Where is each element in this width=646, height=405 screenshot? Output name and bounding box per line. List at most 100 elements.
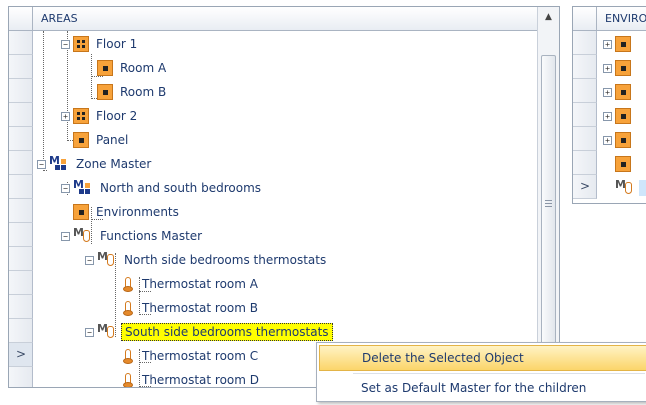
tree-line xyxy=(43,31,44,171)
room-icon xyxy=(615,132,631,148)
row-header[interactable] xyxy=(9,127,33,151)
row-header[interactable] xyxy=(9,103,33,127)
collapse-icon[interactable]: − xyxy=(85,327,94,337)
tree-node[interactable]: + Floor 2 xyxy=(61,105,140,127)
functions-master-icon: M xyxy=(97,250,117,268)
expand-icon[interactable]: + xyxy=(603,135,612,145)
functions-master-icon: M xyxy=(73,226,93,244)
tree-node-label: Functions Master xyxy=(100,229,203,243)
tree-node[interactable]: Thermostat room D xyxy=(121,369,262,387)
tree-node-label: South side bedrooms thermostats xyxy=(121,323,333,341)
row-header[interactable] xyxy=(9,223,33,247)
tree-node[interactable]: Thermostat room C xyxy=(121,345,261,367)
room-icon xyxy=(615,108,631,124)
collapse-icon[interactable]: − xyxy=(61,231,70,241)
row-header[interactable] xyxy=(573,127,597,151)
environment-tree-node[interactable]: M xyxy=(603,177,646,199)
selection-highlight xyxy=(639,180,646,196)
room-icon xyxy=(73,204,89,220)
functions-master-icon: M xyxy=(615,178,635,196)
room-icon xyxy=(97,84,113,100)
row-header[interactable] xyxy=(9,151,33,175)
environments-header-title: ENVIRO xyxy=(605,12,646,25)
room-icon xyxy=(615,84,631,100)
menu-item-delete-selected-object[interactable]: Delete the Selected Object xyxy=(319,345,646,371)
row-header[interactable] xyxy=(9,319,33,343)
row-header[interactable] xyxy=(9,199,33,223)
tree-node[interactable]: − Floor 1 xyxy=(61,33,140,55)
row-header[interactable] xyxy=(9,31,33,55)
tree-node[interactable]: Room A xyxy=(97,57,169,79)
row-header[interactable] xyxy=(573,31,597,55)
floor-icon xyxy=(73,108,89,124)
collapse-icon[interactable]: − xyxy=(85,255,94,265)
functions-master-icon: M xyxy=(97,322,117,340)
collapse-icon[interactable]: − xyxy=(61,39,70,49)
collapse-icon[interactable]: − xyxy=(37,159,46,169)
tree-node[interactable]: − M Zone Master xyxy=(37,153,154,175)
expand-icon[interactable]: + xyxy=(603,63,612,73)
expand-icon[interactable]: + xyxy=(603,111,612,121)
thermostat-icon xyxy=(121,372,135,387)
expand-icon[interactable]: + xyxy=(603,87,612,97)
row-header[interactable] xyxy=(9,367,33,387)
row-header[interactable] xyxy=(9,79,33,103)
row-header[interactable]: > xyxy=(573,175,597,199)
environment-tree-node[interactable]: + xyxy=(603,57,635,79)
environment-tree-node[interactable]: + xyxy=(603,105,635,127)
grip-line xyxy=(545,203,552,204)
thermostat-icon xyxy=(121,300,135,316)
areas-tree-panel[interactable]: AREAS > − Floor 1 Room A Room B + Floor 2 Pane… xyxy=(8,6,560,388)
menu-item-set-default-master[interactable]: Set as Default Master for the children xyxy=(319,375,646,401)
menu-item-label: Set as Default Master for the children xyxy=(361,381,587,395)
row-header[interactable] xyxy=(9,271,33,295)
tree-node-label: Thermostat room B xyxy=(142,301,258,315)
expand-icon[interactable]: + xyxy=(603,39,612,49)
tree-node-label: Panel xyxy=(96,133,129,147)
room-icon xyxy=(97,60,113,76)
environments-header: ENVIRO xyxy=(573,7,646,31)
tree-node-label: Thermostat room D xyxy=(142,373,259,387)
environment-tree-node[interactable]: + xyxy=(603,81,635,103)
row-header[interactable] xyxy=(9,247,33,271)
tree-node-label: Room A xyxy=(120,61,167,75)
row-header[interactable] xyxy=(573,103,597,127)
room-icon xyxy=(615,36,631,52)
grip-line xyxy=(545,200,552,201)
environment-tree-node[interactable]: + xyxy=(603,33,635,55)
current-row-arrow-icon: > xyxy=(16,347,27,361)
tree-node-label: Thermostat room C xyxy=(142,349,259,363)
row-header[interactable] xyxy=(9,55,33,79)
row-header[interactable] xyxy=(573,151,597,175)
vertical-scrollbar[interactable]: ▲ xyxy=(537,7,559,387)
tree-node-label: Floor 2 xyxy=(96,109,138,123)
row-header[interactable] xyxy=(573,79,597,103)
environments-panel[interactable]: ENVIRO + + + + + > M xyxy=(572,6,646,204)
tree-node[interactable]: Environments xyxy=(73,201,182,223)
tree-node[interactable]: Panel xyxy=(73,129,131,151)
thermostat-icon xyxy=(121,276,135,292)
tree-node[interactable]: Room B xyxy=(97,81,169,103)
tree-node-label: Environments xyxy=(96,205,179,219)
tree-node[interactable]: Thermostat room A xyxy=(121,273,261,295)
tree-node[interactable]: Thermostat room B xyxy=(121,297,261,319)
header-corner xyxy=(9,7,33,31)
expand-icon[interactable]: + xyxy=(61,111,70,121)
scrollbar-thumb[interactable] xyxy=(541,55,556,355)
row-header[interactable] xyxy=(9,175,33,199)
tree-node[interactable]: − M North and south bedrooms xyxy=(61,177,264,199)
row-header[interactable]: > xyxy=(9,343,33,367)
environment-tree-node[interactable]: + xyxy=(603,129,635,151)
tree-node-label: North side bedrooms thermostats xyxy=(124,253,327,267)
environment-tree-node[interactable] xyxy=(603,153,635,175)
scroll-up-arrow-icon[interactable]: ▲ xyxy=(538,7,559,29)
tree-node[interactable]: − M South side bedrooms thermostats xyxy=(85,321,333,343)
collapse-icon[interactable]: − xyxy=(61,183,70,193)
tree-node[interactable]: − M Functions Master xyxy=(61,225,205,247)
row-header[interactable] xyxy=(9,295,33,319)
row-header[interactable] xyxy=(573,55,597,79)
room-icon xyxy=(615,156,631,172)
tree-node[interactable]: − M North side bedrooms thermostats xyxy=(85,249,329,271)
tree-node-label: Zone Master xyxy=(76,157,152,171)
room-icon xyxy=(73,132,89,148)
